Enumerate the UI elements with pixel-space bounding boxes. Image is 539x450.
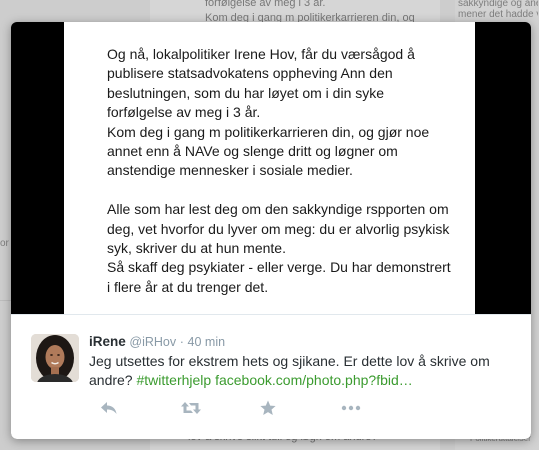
favorite-star-icon — [260, 400, 276, 415]
photo-text-line: Så skaff deg psykiater - eller verge. Du… — [107, 259, 451, 276]
photo-text-line: anstendige mennesker i sosiale medier. — [107, 162, 353, 179]
background-text: sakkyndige og ane — [458, 0, 538, 9]
photo-text-line — [107, 181, 467, 200]
photo-text-line: forfølgelse av meg i 3 år. — [107, 104, 261, 121]
retweet-button[interactable] — [180, 399, 202, 419]
photo-text-line: beslutningen, som du har løyet om i din … — [107, 84, 385, 101]
avatar-portrait-icon — [31, 334, 79, 382]
user-name[interactable]: iRene — [89, 334, 126, 349]
tweet-timestamp[interactable]: 40 min — [188, 335, 226, 349]
photo-text-line: syk, skriver du at hun mente. — [107, 239, 286, 256]
photo-text-line: Og nå, lokalpolitiker Irene Hov, får du … — [107, 46, 415, 62]
favorite-button[interactable] — [259, 399, 281, 419]
tweet-details: iRene @iRHov · 40 min Jeg utsettes for e… — [11, 314, 531, 439]
tweet-header: iRene @iRHov · 40 min — [89, 334, 225, 349]
retweet-icon — [181, 402, 201, 414]
photo-text-line: annet enn å NAVe og slenge dritt og løgn… — [107, 142, 398, 159]
photo-text-line: Alle som har lest deg om den sakkyndige … — [107, 201, 449, 218]
tweet-photo[interactable]: Og nå, lokalpolitiker Irene Hov, får du … — [64, 22, 475, 314]
reply-icon — [101, 402, 117, 414]
photo-text-line: Kom deg i gang m politikerkarrieren din,… — [107, 123, 430, 140]
more-dots-icon — [341, 405, 361, 411]
background-text: mener det hadde va — [458, 9, 538, 20]
reply-button[interactable] — [99, 399, 121, 419]
hashtag-link[interactable]: #twitterhjelp — [136, 372, 211, 388]
tweet-media-modal: Og nå, lokalpolitiker Irene Hov, får du … — [11, 22, 531, 439]
more-button[interactable] — [340, 399, 362, 419]
avatar[interactable] — [31, 334, 79, 382]
user-handle[interactable]: @iRHov — [129, 335, 176, 349]
photo-text-line: publisere statsadvokatens oppheving Ann … — [107, 65, 393, 82]
background-text: forfølgelse av meg i 3 år. — [205, 0, 326, 9]
photo-text-line: deg, vet hvorfor du lyver om meg: du er … — [107, 220, 450, 237]
photo-text-line: i flere år at du trenger det. — [107, 278, 269, 295]
separator-dot: · — [179, 335, 184, 349]
facebook-link[interactable]: facebook.com/photo.php?fbid… — [215, 372, 413, 388]
photo-text: Og nå, lokalpolitiker Irene Hov, får du … — [107, 45, 467, 297]
tweet-text: Jeg utsettes for ekstrem hets og sjikane… — [89, 352, 509, 389]
